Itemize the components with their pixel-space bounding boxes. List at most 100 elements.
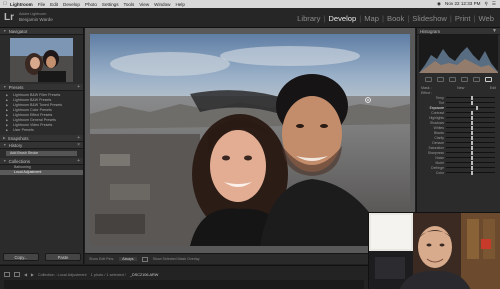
slider-label: Temp (435, 95, 444, 100)
disclosure-triangle-icon: ▶ (3, 136, 6, 140)
histogram-graph (419, 47, 498, 73)
slider-row[interactable]: Color (417, 170, 500, 175)
crop-tool-icon[interactable] (425, 76, 432, 82)
presets-header[interactable]: ▼ Presets + (0, 84, 83, 91)
preset-list: ▶ Lightroom B&W Filter Presets ▶ Lightroom… (0, 91, 83, 135)
grid-view-icon[interactable] (4, 272, 10, 277)
lightroom-logo: Lr (4, 12, 14, 23)
snapshots-header[interactable]: ▶ Snapshots + (0, 135, 83, 142)
history-step[interactable]: Add Brush Stroke (6, 151, 77, 156)
menu-view[interactable]: View (139, 2, 149, 7)
add-snapshot-icon[interactable]: + (77, 135, 80, 141)
navigator-preview[interactable] (10, 38, 73, 82)
copy-button[interactable]: Copy... (3, 253, 39, 261)
slider-knob[interactable] (470, 165, 473, 170)
menu-app-name[interactable]: Lightroom (10, 2, 33, 7)
wifi-icon[interactable]: ◉ (437, 1, 441, 7)
slider-knob[interactable] (470, 95, 473, 100)
mask-edit-button[interactable]: Edit (490, 86, 496, 90)
menu-window[interactable]: Window (154, 2, 170, 7)
slider-track[interactable] (446, 150, 495, 155)
menu-edit[interactable]: Edit (50, 2, 58, 7)
slider-track[interactable] (446, 170, 495, 175)
menu-clock[interactable]: Nov 22 12:33 PM (445, 1, 481, 7)
graduated-filter-icon[interactable] (461, 76, 468, 82)
module-web[interactable]: Web (477, 14, 496, 23)
spot-removal-icon[interactable] (437, 76, 444, 82)
collection-source[interactable]: Collection : Local Adjustment (38, 273, 87, 277)
slider-track[interactable] (446, 135, 495, 140)
module-print[interactable]: Print (453, 14, 473, 23)
red-eye-icon[interactable] (449, 76, 456, 82)
back-arrow-icon[interactable]: ◀ (24, 272, 27, 277)
slider-knob[interactable] (470, 120, 473, 125)
slider-knob[interactable] (470, 115, 473, 120)
slider-track[interactable] (446, 155, 495, 160)
slider-track[interactable] (446, 110, 495, 115)
apple-icon[interactable]:  (0, 1, 10, 7)
edit-pins-select[interactable]: Always (119, 257, 137, 261)
clear-history-icon[interactable]: × (77, 142, 80, 148)
navigator-header[interactable]: ▼ Navigator (0, 28, 83, 35)
slider-track[interactable] (446, 160, 495, 165)
menu-develop[interactable]: Develop (63, 2, 80, 7)
slider-knob[interactable] (470, 150, 473, 155)
menu-file[interactable]: File (38, 2, 45, 7)
slider-track[interactable] (446, 140, 495, 145)
show-mask-label: Show Selected Mask Overlay (152, 257, 200, 261)
adjustment-brush-icon[interactable] (485, 76, 492, 82)
main-photo[interactable] (90, 34, 410, 246)
radial-filter-icon[interactable] (473, 76, 480, 82)
slider-track[interactable] (446, 120, 495, 125)
histogram[interactable] (419, 35, 498, 73)
histogram-header[interactable]: Histogram ▼ (417, 28, 500, 35)
filmstrip[interactable] (4, 280, 364, 289)
adjustment-sliders: Temp Tint Exposure Contrast Highlights Shadow… (417, 95, 500, 175)
slider-knob[interactable] (470, 140, 473, 145)
collection-item-selected[interactable]: Local Adjustment (0, 170, 83, 175)
module-library[interactable]: Library (295, 14, 322, 23)
develop-tool-strip (421, 75, 496, 83)
second-window-icon[interactable] (14, 272, 20, 277)
menu-settings[interactable]: Settings (102, 2, 119, 7)
module-book[interactable]: Book (385, 14, 406, 23)
search-icon[interactable]: ⚲ (485, 1, 488, 7)
slider-knob[interactable] (470, 155, 473, 160)
collections-header[interactable]: ▼ Collections + (0, 158, 83, 165)
menu-list-icon[interactable]: ☰ (492, 1, 496, 7)
slider-knob[interactable] (470, 100, 473, 105)
slider-track[interactable] (446, 165, 495, 170)
forward-arrow-icon[interactable]: ▶ (31, 272, 34, 277)
effect-label: Effect : (421, 90, 433, 95)
mask-overlay-checkbox[interactable] (141, 256, 148, 262)
slider-knob[interactable] (470, 125, 473, 130)
module-map[interactable]: Map (362, 14, 381, 23)
add-preset-icon[interactable]: + (77, 84, 80, 90)
slider-track[interactable] (446, 115, 495, 120)
preset-folder[interactable]: ▶ User Presets (6, 128, 77, 133)
slider-knob[interactable] (470, 135, 473, 140)
slider-track[interactable] (446, 125, 495, 130)
slider-knob[interactable] (470, 145, 473, 150)
slider-knob[interactable] (476, 105, 479, 110)
mask-new-button[interactable]: New (457, 86, 464, 90)
add-collection-icon[interactable]: + (77, 158, 80, 164)
module-slideshow[interactable]: Slideshow (410, 14, 449, 23)
slider-track[interactable] (446, 105, 495, 110)
menu-help[interactable]: Help (175, 2, 184, 7)
module-develop[interactable]: Develop (326, 14, 358, 23)
menu-photo[interactable]: Photo (85, 2, 97, 7)
slider-track[interactable] (446, 145, 495, 150)
slider-knob[interactable] (470, 160, 473, 165)
slider-label: Tint (438, 100, 444, 105)
slider-track[interactable] (446, 95, 495, 100)
slider-track[interactable] (446, 100, 495, 105)
paste-button[interactable]: Paste (45, 253, 81, 261)
menu-tools[interactable]: Tools (124, 2, 135, 7)
slider-label: Whites (433, 125, 444, 130)
slider-knob[interactable] (470, 110, 473, 115)
history-header[interactable]: ▼ History × (0, 142, 83, 149)
slider-knob[interactable] (470, 130, 473, 135)
slider-track[interactable] (446, 130, 495, 135)
slider-knob[interactable] (470, 170, 473, 175)
